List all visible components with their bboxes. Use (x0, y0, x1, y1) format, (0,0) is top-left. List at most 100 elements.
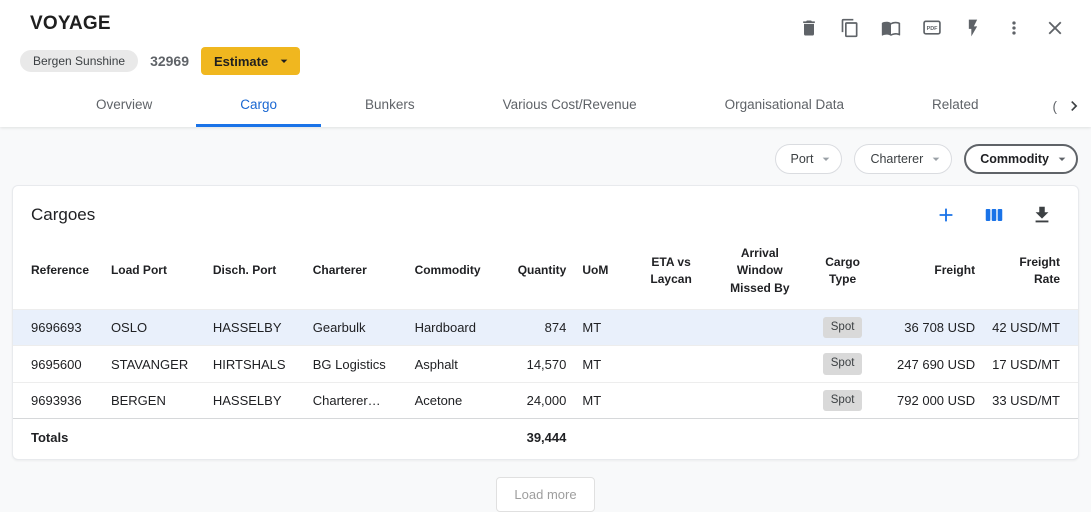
column-header-eta-vs-laycan: ETA vs Laycan (632, 237, 710, 310)
cell-eta-vs-laycan (632, 346, 710, 382)
voyage-header: VOYAGE PDF Bergen S (0, 0, 1091, 127)
cell-commodity: Asphalt (407, 346, 499, 382)
more-menu-icon[interactable] (1002, 16, 1026, 40)
cell-uom: MT (574, 382, 632, 418)
add-cargo-icon[interactable] (934, 203, 958, 227)
tab-cargo[interactable]: Cargo (196, 85, 321, 127)
cell-uom: MT (574, 310, 632, 346)
cell-freight-rate: 17 USD/MT (983, 346, 1078, 382)
cell-arrival-window-missed-by (710, 346, 810, 382)
cell-freight: 36 708 USD (876, 310, 984, 346)
header-toolbar: PDF (797, 16, 1067, 40)
tab-bunkers[interactable]: Bunkers (321, 85, 459, 127)
voyage-number: 32969 (150, 53, 189, 69)
totals-quantity: 39,444 (498, 418, 574, 459)
filter-port-label: Port (791, 152, 814, 166)
download-icon[interactable] (1030, 203, 1054, 227)
chevron-down-icon (276, 53, 292, 69)
cargo-type-badge: Spot (823, 353, 863, 374)
column-header-commodity: Commodity (407, 237, 499, 310)
table-row[interactable]: 9693936 BERGEN HASSELBY Charterer… Aceto… (13, 382, 1078, 418)
cargoes-table: Reference Load Port Disch. Port Chartere… (13, 237, 1078, 459)
column-header-charterer: Charterer (305, 237, 407, 310)
chevron-down-icon (1054, 151, 1070, 167)
column-header-quantity: Quantity (498, 237, 574, 310)
cell-reference: 9696693 (13, 310, 103, 346)
column-header-reference: Reference (13, 237, 103, 310)
cargoes-actions (934, 203, 1054, 227)
cell-load-port: STAVANGER (103, 346, 205, 382)
load-more-button[interactable]: Load more (496, 477, 594, 512)
filter-charterer[interactable]: Charterer (854, 144, 952, 174)
cargoes-title: Cargoes (31, 205, 95, 225)
filter-commodity[interactable]: Commodity (964, 144, 1078, 174)
column-header-freight-rate: Freight Rate (983, 237, 1078, 310)
column-header-arrival-window-missed-by: Arrival Window Missed By (710, 237, 810, 310)
cell-freight-rate: 33 USD/MT (983, 382, 1078, 418)
column-header-load-port: Load Port (103, 237, 205, 310)
totals-label: Totals (13, 418, 103, 459)
cell-charterer: BG Logistics (305, 346, 407, 382)
cell-reference: 9693936 (13, 382, 103, 418)
delete-icon[interactable] (797, 16, 821, 40)
cargo-type-badge: Spot (823, 317, 863, 338)
cell-load-port: BERGEN (103, 382, 205, 418)
cell-freight: 247 690 USD (876, 346, 984, 382)
cargo-type-badge: Spot (823, 390, 863, 411)
page-title: VOYAGE (30, 13, 111, 35)
table-row[interactable]: 9696693 OSLO HASSELBY Gearbulk Hardboard… (13, 310, 1078, 346)
cell-disch-port: HASSELBY (205, 382, 305, 418)
tab-overview[interactable]: Overview (52, 85, 196, 127)
svg-text:PDF: PDF (927, 26, 939, 32)
chevron-down-icon (928, 151, 944, 167)
tab-bar: Overview Cargo Bunkers Various Cost/Reve… (0, 85, 1091, 127)
cell-commodity: Acetone (407, 382, 499, 418)
cell-uom: MT (574, 346, 632, 382)
cell-load-port: OSLO (103, 310, 205, 346)
filter-commodity-label: Commodity (980, 152, 1049, 166)
tab-related[interactable]: Related (888, 85, 1023, 127)
cell-cargo-type: Spot (810, 382, 876, 418)
cell-quantity: 874 (498, 310, 574, 346)
column-header-disch-port: Disch. Port (205, 237, 305, 310)
column-header-freight: Freight (876, 237, 984, 310)
cell-commodity: Hardboard (407, 310, 499, 346)
totals-row: Totals 39,444 (13, 418, 1078, 459)
cell-freight-rate: 42 USD/MT (983, 310, 1078, 346)
vessel-chip[interactable]: Bergen Sunshine (20, 50, 138, 72)
filter-charterer-label: Charterer (870, 152, 923, 166)
filter-port[interactable]: Port (775, 144, 843, 174)
close-icon[interactable] (1043, 16, 1067, 40)
cell-quantity: 24,000 (498, 382, 574, 418)
copy-icon[interactable] (838, 16, 862, 40)
cell-arrival-window-missed-by (710, 310, 810, 346)
column-header-uom: UoM (574, 237, 632, 310)
table-row[interactable]: 9695600 STAVANGER HIRTSHALS BG Logistics… (13, 346, 1078, 382)
cargoes-card: Cargoes Reference Load Port Disch. Port (12, 185, 1079, 460)
tab-partial: ( (1023, 85, 1058, 127)
columns-icon[interactable] (982, 203, 1006, 227)
cell-reference: 9695600 (13, 346, 103, 382)
chevron-down-icon (818, 151, 834, 167)
cell-eta-vs-laycan (632, 310, 710, 346)
pdf-report-icon[interactable]: PDF (920, 16, 944, 40)
cell-disch-port: HIRTSHALS (205, 346, 305, 382)
estimate-button[interactable]: Estimate (201, 47, 300, 75)
table-header-row: Reference Load Port Disch. Port Chartere… (13, 237, 1078, 310)
cell-quantity: 14,570 (498, 346, 574, 382)
tab-various-cost-revenue[interactable]: Various Cost/Revenue (459, 85, 681, 127)
cell-cargo-type: Spot (810, 346, 876, 382)
estimate-button-label: Estimate (214, 54, 268, 69)
cell-arrival-window-missed-by (710, 382, 810, 418)
tab-organisational-data[interactable]: Organisational Data (681, 85, 888, 127)
cell-cargo-type: Spot (810, 310, 876, 346)
cell-disch-port: HASSELBY (205, 310, 305, 346)
flash-icon[interactable] (961, 16, 985, 40)
cell-charterer: Gearbulk (305, 310, 407, 346)
filter-bar: Port Charterer Commodity (0, 127, 1091, 174)
cell-freight: 792 000 USD (876, 382, 984, 418)
tabs-scroll-right-icon[interactable] (1057, 85, 1091, 127)
column-header-cargo-type: Cargo Type (810, 237, 876, 310)
cell-eta-vs-laycan (632, 382, 710, 418)
journal-icon[interactable] (879, 16, 903, 40)
